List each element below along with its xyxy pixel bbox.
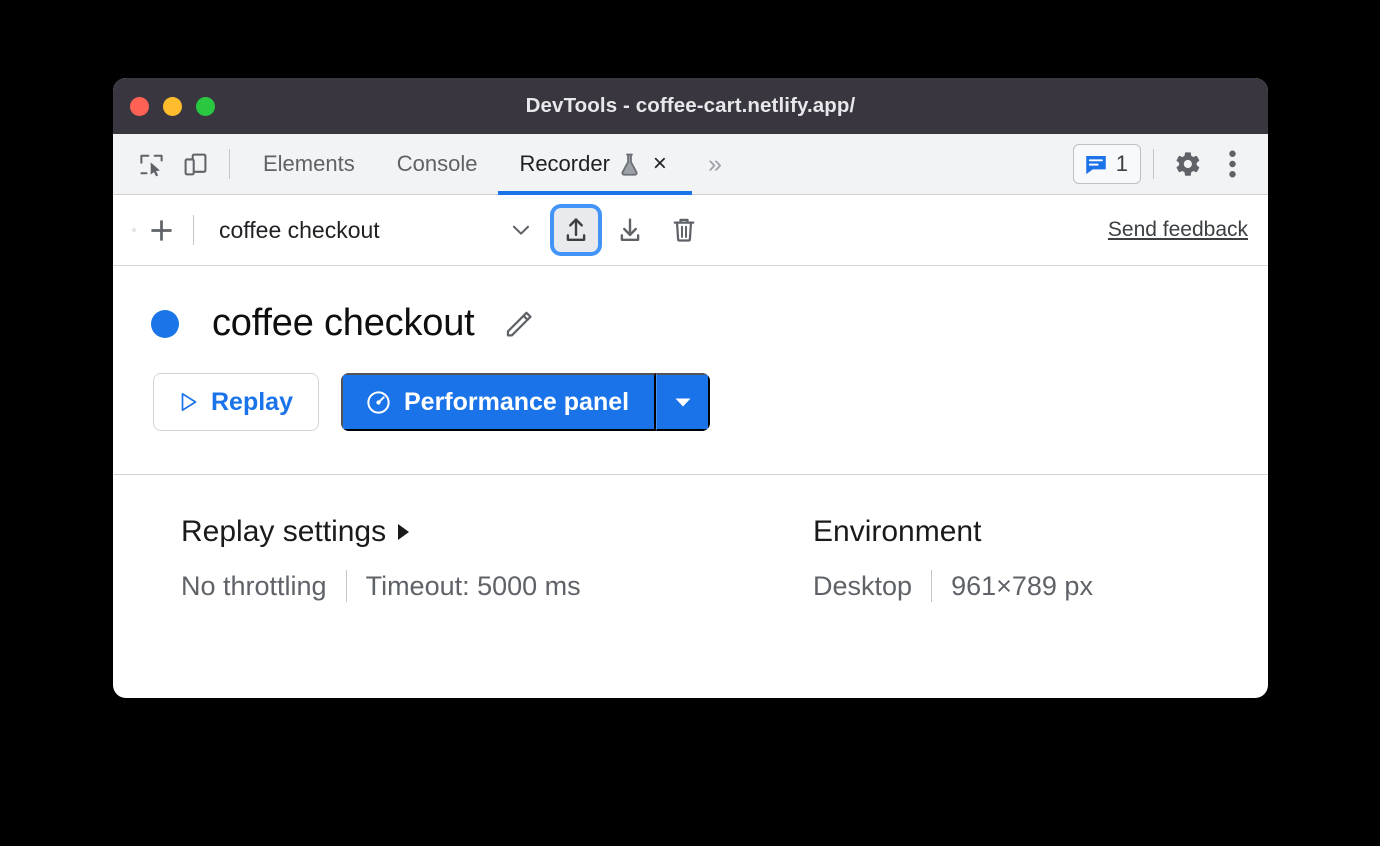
- tab-elements-label: Elements: [263, 151, 355, 176]
- download-icon: [615, 215, 645, 245]
- devtools-tabbar: Elements Console Recorder × » 1: [113, 134, 1268, 195]
- trash-icon: [669, 215, 699, 245]
- performance-panel-button[interactable]: Performance panel: [340, 373, 657, 431]
- settings-button[interactable]: [1166, 142, 1210, 186]
- caret-down-icon: [673, 395, 693, 409]
- import-recording-button[interactable]: [608, 208, 652, 252]
- window-titlebar: DevTools - coffee-cart.netlify.app/: [113, 78, 1268, 134]
- tab-console[interactable]: Console: [376, 134, 499, 194]
- close-window-button[interactable]: [130, 96, 149, 116]
- message-bubble-icon: [1083, 151, 1109, 177]
- value-divider: [931, 570, 933, 602]
- settings-gear-icon: [1174, 150, 1202, 178]
- environment-heading-row: Environment: [813, 515, 1093, 549]
- more-options-icon: [1228, 150, 1236, 178]
- settings-section: Replay settings No throttling Timeout: 5…: [113, 475, 1268, 602]
- environment-values: Desktop 961×789 px: [813, 570, 1093, 602]
- tab-recorder-label: Recorder: [519, 151, 610, 176]
- performance-panel-label: Performance panel: [403, 387, 630, 416]
- more-tabs-button[interactable]: »: [692, 142, 738, 186]
- chevron-down-icon: [508, 217, 534, 243]
- environment-heading: Environment: [813, 515, 982, 548]
- tabbar-right-divider: [1153, 149, 1154, 179]
- window-title: DevTools - coffee-cart.netlify.app/: [525, 94, 856, 117]
- replay-settings-heading: Replay settings: [181, 515, 387, 548]
- tab-recorder[interactable]: Recorder ×: [498, 134, 693, 195]
- tabbar-divider: [229, 149, 230, 179]
- minimize-window-button[interactable]: [163, 96, 182, 116]
- throttling-value: No throttling: [181, 570, 327, 601]
- value-divider: [345, 570, 347, 602]
- delete-recording-button[interactable]: [662, 208, 706, 252]
- replay-settings-values: No throttling Timeout: 5000 ms: [181, 570, 813, 602]
- recording-selector-value: coffee checkout: [219, 216, 380, 243]
- performance-panel-dropdown-button[interactable]: [656, 373, 711, 431]
- recording-actions: Replay Performance panel: [113, 373, 1268, 431]
- screenshot-root: DevTools - coffee-cart.netlify.app/ Elem…: [0, 0, 1380, 846]
- recording-header: coffee checkout: [113, 302, 1268, 345]
- caret-right-icon: [398, 524, 410, 540]
- recorder-main: coffee checkout Replay Performance panel…: [113, 266, 1268, 602]
- recording-selector[interactable]: coffee checkout: [206, 208, 544, 252]
- upload-icon: [561, 215, 591, 245]
- chevron-double-right-icon: »: [707, 149, 722, 178]
- edit-title-button[interactable]: [500, 305, 538, 343]
- performance-gauge-icon: [365, 389, 392, 416]
- environment-column: Environment Desktop 961×789 px: [813, 515, 1093, 602]
- play-triangle-icon: [176, 390, 200, 414]
- replay-settings-column: Replay settings No throttling Timeout: 5…: [113, 515, 813, 602]
- performance-panel-split-button: Performance panel: [340, 373, 711, 431]
- device-toolbar-icon: [182, 151, 209, 178]
- replay-settings-toggle[interactable]: Replay settings: [181, 515, 813, 549]
- inspect-element-icon: [138, 151, 165, 178]
- export-recording-button[interactable]: [554, 208, 598, 252]
- tab-console-label: Console: [396, 151, 478, 176]
- experiment-flask-icon: [619, 153, 640, 176]
- replay-button[interactable]: Replay: [153, 373, 319, 431]
- timeout-value: Timeout: 5000 ms: [365, 570, 581, 601]
- recorder-toolbar: coffee checkout Send feedback: [113, 195, 1268, 266]
- toolbar-divider: [193, 215, 194, 245]
- window-controls: [130, 78, 215, 134]
- tab-recorder-close-button[interactable]: ×: [649, 152, 671, 176]
- pencil-icon: [502, 307, 536, 341]
- device-toolbar-button[interactable]: [173, 142, 217, 186]
- recording-status-dot: [151, 309, 179, 338]
- device-value: Desktop: [813, 570, 913, 601]
- maximize-window-button[interactable]: [196, 96, 215, 116]
- tab-elements[interactable]: Elements: [242, 134, 376, 194]
- panel-tabs: Elements Console Recorder × »: [242, 134, 738, 195]
- viewport-value: 961×789 px: [951, 570, 1093, 601]
- inspect-element-button[interactable]: [129, 142, 173, 186]
- issues-badge[interactable]: 1: [1072, 144, 1141, 184]
- tabbar-right-controls: 1: [1072, 142, 1254, 186]
- issues-count: 1: [1115, 151, 1128, 176]
- plus-icon: [146, 215, 177, 246]
- recording-title: coffee checkout: [212, 302, 475, 344]
- add-recording-button[interactable]: [132, 210, 181, 250]
- devtools-window: DevTools - coffee-cart.netlify.app/ Elem…: [113, 78, 1268, 698]
- more-options-button[interactable]: [1210, 142, 1254, 186]
- replay-button-label: Replay: [211, 387, 293, 416]
- send-feedback-link[interactable]: Send feedback: [1108, 218, 1248, 242]
